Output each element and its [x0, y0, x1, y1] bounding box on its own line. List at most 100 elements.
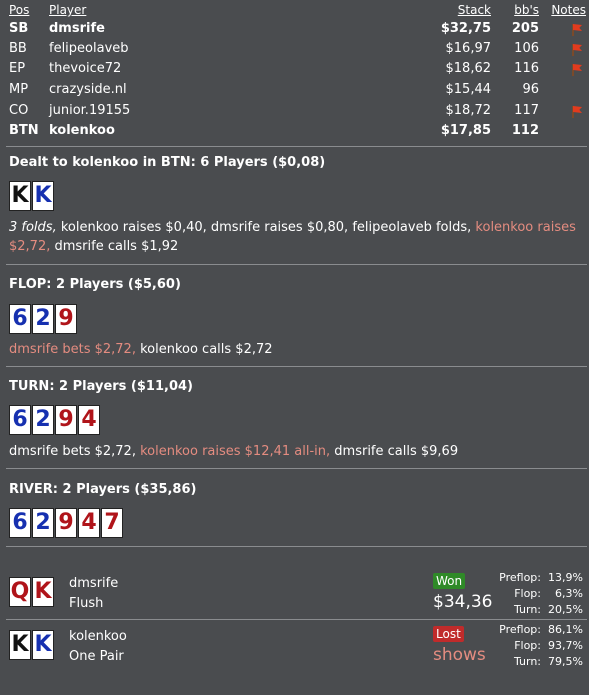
player-row-mp[interactable]: MP crazyside.nl $15,44 96	[0, 79, 589, 100]
stat-label: Preflop:	[499, 571, 541, 584]
note-flag-icon[interactable]	[570, 42, 582, 56]
hole-cards: K K	[9, 181, 55, 211]
divider	[6, 146, 587, 147]
player-row-btn[interactable]: BTN kolenkoo $17,85 112	[0, 120, 589, 141]
action-text: dmsrife calls $9,69	[330, 444, 459, 459]
card: 6	[9, 405, 31, 435]
flop-title: FLOP: 2 Players ($5,60)	[9, 277, 181, 292]
flop-actions: dmsrife bets $2,72, kolenkoo calls $2,72	[9, 340, 584, 359]
stat-label: Turn:	[513, 603, 541, 616]
stat-value: 20,5%	[548, 603, 583, 616]
card: K	[9, 181, 31, 211]
action-text: dmsrife bets $2,72,	[9, 444, 141, 459]
player-bbs: 117	[514, 103, 539, 118]
stat-label: Flop:	[514, 587, 541, 600]
result-hand: One Pair	[69, 649, 124, 664]
preflop-actions: 3 folds, kolenkoo raises $0,40, dmsrife …	[9, 218, 584, 256]
stat-value: 6,3%	[555, 587, 583, 600]
stat-value: 13,9%	[548, 571, 583, 584]
lost-amount: shows	[433, 645, 486, 665]
player-row-co[interactable]: CO junior.19155 $18,72 117	[0, 100, 589, 121]
won-badge: Won	[433, 573, 466, 589]
card: 9	[55, 508, 77, 538]
player-row-sb[interactable]: SB dmsrife $32,75 205	[0, 18, 589, 39]
card: 2	[32, 508, 54, 538]
action-text: kolenkoo raises $0,40, dmsrife raises $0…	[56, 220, 476, 235]
river-title: RIVER: 2 Players ($35,86)	[9, 482, 197, 497]
player-pos: EP	[9, 61, 26, 76]
player-bbs: 106	[514, 41, 539, 56]
card: 4	[78, 405, 100, 435]
stat-label: Turn:	[513, 655, 541, 668]
player-bbs: 96	[522, 82, 539, 97]
divider	[6, 619, 587, 620]
won-amount: $34,36	[433, 592, 493, 612]
card: K	[32, 630, 54, 660]
card: Q	[9, 577, 31, 607]
stat-label: Flop:	[514, 639, 541, 652]
hero-action-text: kolenkoo raises $12,41 all-in,	[140, 444, 331, 459]
note-flag-icon[interactable]	[570, 104, 582, 118]
player-stack: $16,97	[445, 41, 492, 56]
shown-cards: Q K	[9, 577, 55, 607]
action-text: kolenkoo calls $2,72	[135, 342, 273, 357]
divider	[6, 264, 587, 265]
preflop-title: Dealt to kolenkoo in BTN: 6 Players ($0,…	[9, 155, 326, 170]
turn-actions: dmsrife bets $2,72, kolenkoo raises $12,…	[9, 442, 584, 461]
player-stack: $17,85	[440, 123, 491, 138]
card: 2	[32, 405, 54, 435]
note-flag-icon[interactable]	[570, 22, 582, 36]
result-player-name: kolenkoo	[69, 629, 127, 644]
player-name: dmsrife	[49, 21, 105, 36]
stat-value: 86,1%	[548, 623, 583, 636]
player-name: felipeolaveb	[49, 41, 129, 56]
player-pos: SB	[9, 21, 29, 36]
player-stack: $15,44	[445, 82, 492, 97]
note-flag-icon[interactable]	[570, 62, 582, 76]
divider	[6, 366, 587, 367]
card: 9	[55, 304, 77, 334]
card: 6	[9, 304, 31, 334]
card: 6	[9, 508, 31, 538]
player-stack: $18,62	[445, 61, 492, 76]
stat-label: Preflop:	[499, 623, 541, 636]
action-text: dmsrife calls $1,92	[50, 239, 179, 254]
player-name: crazyside.nl	[49, 82, 127, 97]
stat-value: 93,7%	[548, 639, 583, 652]
player-row-ep[interactable]: EP thevoice72 $18,62 116	[0, 58, 589, 79]
card: 7	[101, 508, 123, 538]
player-bbs: 112	[511, 123, 539, 138]
divider	[6, 468, 587, 469]
action-text: dmsrife bets $2,72,	[9, 342, 136, 357]
card: 2	[32, 304, 54, 334]
flop-cards: 6 2 9	[9, 304, 78, 334]
player-stack: $18,72	[445, 103, 492, 118]
hand-history-panel: Pos Player Stack bb's Notes SB dmsrife $…	[0, 0, 589, 695]
result-hand: Flush	[69, 596, 104, 611]
player-name: junior.19155	[49, 103, 131, 118]
player-bbs: 205	[511, 21, 539, 36]
player-pos: MP	[9, 82, 29, 97]
divider	[6, 546, 587, 547]
stat-value: 79,5%	[548, 655, 583, 668]
player-pos: BB	[9, 41, 27, 56]
card: K	[32, 181, 54, 211]
player-pos: CO	[9, 103, 29, 118]
player-pos: BTN	[9, 123, 39, 138]
result-player-name: dmsrife	[69, 576, 119, 591]
turn-cards: 6 2 9 4	[9, 405, 101, 435]
card: K	[9, 630, 31, 660]
shown-cards: K K	[9, 630, 55, 660]
action-text: 3 folds,	[9, 220, 57, 235]
player-row-bb[interactable]: BB felipeolaveb $16,97 106	[0, 38, 589, 59]
card: 9	[55, 405, 77, 435]
player-stack: $32,75	[440, 21, 491, 36]
player-name: thevoice72	[49, 61, 122, 76]
lost-badge: Lost	[433, 626, 464, 642]
card: K	[32, 577, 54, 607]
turn-title: TURN: 2 Players ($11,04)	[9, 379, 193, 394]
card: 4	[78, 508, 100, 538]
player-bbs: 116	[514, 61, 539, 76]
player-name: kolenkoo	[49, 123, 115, 138]
river-cards: 6 2 9 4 7	[9, 508, 124, 538]
